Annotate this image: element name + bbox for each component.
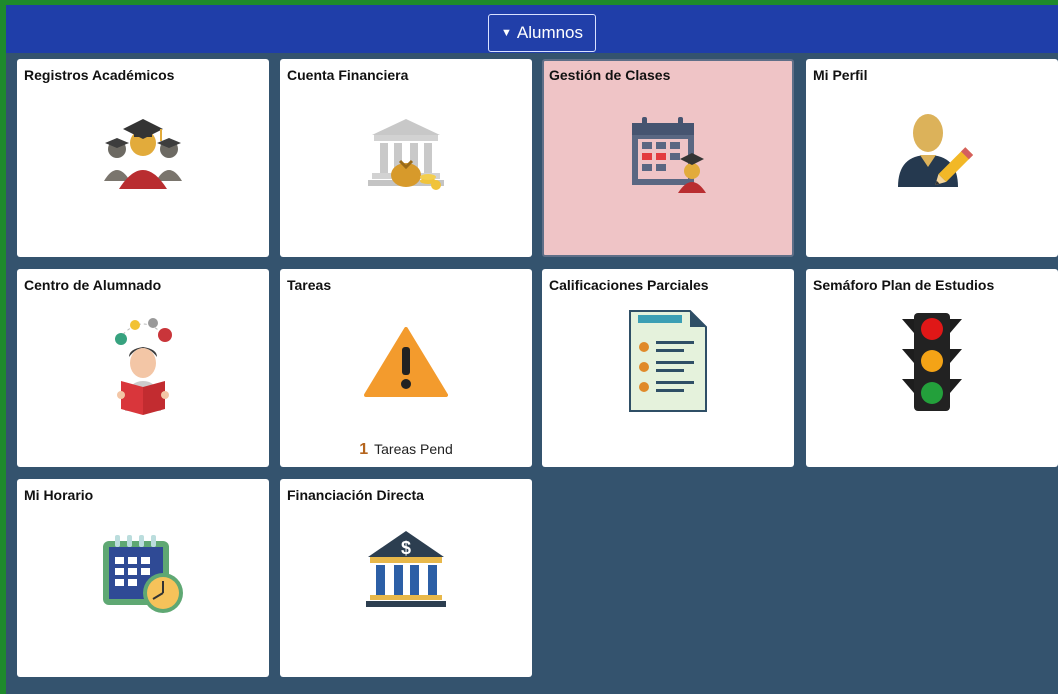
tile-calificaciones-parciales[interactable]: Calificaciones Parciales xyxy=(542,269,794,467)
tile-mi-horario[interactable]: Mi Horario xyxy=(17,479,269,677)
tile-title: Calificaciones Parciales xyxy=(549,277,709,293)
tile-mi-perfil[interactable]: Mi Perfil xyxy=(806,59,1058,257)
tile-title: Mi Horario xyxy=(24,487,94,503)
bank-dollar-icon: $ xyxy=(364,529,448,609)
tile-centro-de-alumnado[interactable]: Centro de Alumnado xyxy=(17,269,269,467)
top-navigation-bar: ▼ Alumnos xyxy=(6,5,1058,53)
tile-title: Semáforo Plan de Estudios xyxy=(813,277,995,293)
tile-financiacion-directa[interactable]: Financiación Directa $ xyxy=(280,479,532,677)
student-reading-icon xyxy=(101,311,185,415)
traffic-light-icon xyxy=(902,311,962,415)
tile-title: Registros Académicos xyxy=(24,67,175,83)
tile-title: Tareas xyxy=(287,277,332,293)
user-edit-icon xyxy=(890,109,974,193)
caret-down-icon: ▼ xyxy=(500,27,512,39)
graduates-icon xyxy=(101,109,185,193)
tile-title: Cuenta Financiera xyxy=(287,67,409,83)
tile-title: Mi Perfil xyxy=(813,67,868,83)
tile-title: Centro de Alumnado xyxy=(24,277,162,293)
warning-icon xyxy=(364,327,448,397)
bank-money-icon xyxy=(364,111,448,195)
pending-tasks-indicator[interactable]: 1 Tareas Pend xyxy=(280,441,532,459)
tile-gestion-de-clases[interactable]: Gestión de Clases xyxy=(542,59,794,257)
nav-button-label: Alumnos xyxy=(516,23,584,42)
tile-semaforo-plan-de-estudios[interactable]: Semáforo Plan de Estudios xyxy=(806,269,1058,467)
tile-cuenta-financiera[interactable]: Cuenta Financiera xyxy=(280,59,532,257)
tile-tareas[interactable]: Tareas 1 Tareas Pend xyxy=(280,269,532,467)
alumnos-nav-button[interactable]: ▼ Alumnos xyxy=(488,14,596,52)
tile-registros-academicos[interactable]: Registros Académicos xyxy=(17,59,269,257)
checklist-document-icon xyxy=(626,309,710,413)
tile-title: Gestión de Clases xyxy=(549,67,671,83)
pending-label: Tareas Pend xyxy=(374,441,453,457)
calendar-graduate-icon xyxy=(626,111,710,195)
tile-title: Financiación Directa xyxy=(287,487,424,503)
pending-count: 1 xyxy=(359,441,369,458)
svg-text:$: $ xyxy=(401,538,411,558)
calendar-clock-icon xyxy=(101,533,185,617)
